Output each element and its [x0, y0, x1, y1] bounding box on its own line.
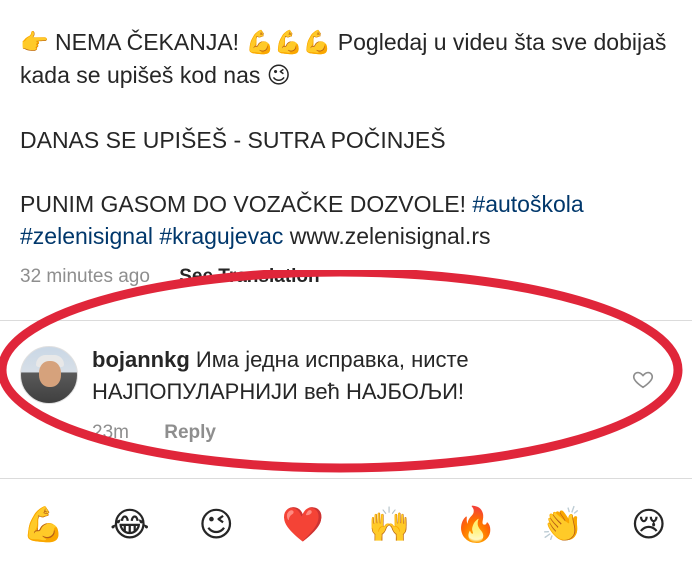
tears-of-joy-emoji-button[interactable]: 😂 — [103, 505, 157, 545]
hashtag-autoskola[interactable]: #autoškola — [472, 191, 583, 217]
caption-text-c: PUNIM GASOM DO VOZAČKE DOZVOLE! — [20, 191, 467, 217]
pointing-right-emoji: 👉 — [20, 30, 49, 56]
caption-text-a: NEMA ČEKANJA! — [55, 29, 240, 55]
hashtag-zelenisignal[interactable]: #zelenisignal — [20, 223, 153, 249]
post-caption: 👉 NEMA ČEKANJA! 💪💪💪 Pogledaj u videu šta… — [20, 26, 680, 252]
clapping-hands-emoji-button[interactable]: 👏 — [535, 505, 589, 545]
avatar-face — [39, 361, 61, 387]
website-link[interactable]: www.zelenisignal.rs — [290, 223, 491, 249]
hashtag-kragujevac[interactable]: #kragujevac — [159, 223, 283, 249]
crying-face-emoji-button[interactable]: 😢 — [622, 505, 676, 545]
divider — [0, 320, 692, 321]
fire-emoji-button[interactable]: 🔥 — [449, 505, 503, 545]
flexed-biceps-emoji-button[interactable]: 💪 — [16, 505, 70, 545]
raising-hands-emoji-button[interactable]: 🙌 — [362, 505, 416, 545]
see-translation-link[interactable]: See Translation — [179, 266, 319, 287]
caption-line-1: 👉 NEMA ČEKANJA! 💪💪💪 Pogledaj u videu šta… — [20, 26, 680, 92]
divider — [0, 478, 692, 479]
avatar[interactable] — [20, 346, 78, 404]
winking-face-emoji: 😉 — [266, 63, 291, 89]
comment-meta: 23m Reply — [92, 422, 216, 444]
post-time: 32 minutes ago — [20, 266, 150, 287]
winking-face-emoji-button[interactable]: 😉 — [189, 505, 243, 545]
flexed-biceps-emojis: 💪💪💪 — [245, 30, 332, 56]
caption-line-3: PUNIM GASOM DO VOZAČKE DOZVOLE! #autoško… — [20, 188, 680, 252]
red-heart-emoji-button[interactable]: ❤️ — [276, 505, 330, 545]
heart-outline-icon[interactable] — [632, 368, 654, 390]
heart-svg — [632, 371, 654, 389]
comment-username[interactable]: bojannkg — [92, 347, 190, 372]
post-meta: 32 minutes ago See Translation — [20, 266, 320, 288]
reply-button[interactable]: Reply — [164, 422, 216, 443]
comment-time: 23m — [92, 422, 129, 443]
emoji-reaction-bar: 💪 😂 😉 ❤️ 🙌 🔥 👏 😢 — [0, 500, 692, 550]
comment: bojannkg Има једна исправка, нисте НАЈПО… — [92, 344, 632, 408]
caption-line-2: DANAS SE UPIŠEŠ - SUTRA POČINJEŠ — [20, 127, 446, 153]
